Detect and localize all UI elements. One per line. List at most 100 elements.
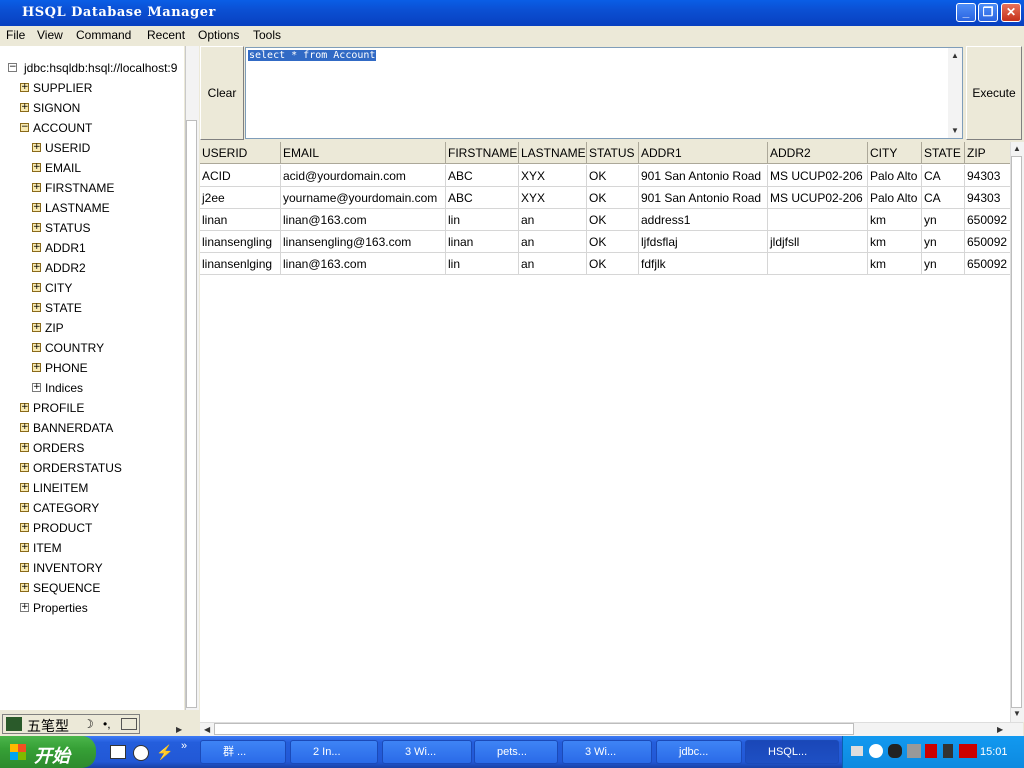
keyboard-icon[interactable] [6, 717, 22, 731]
expand-icon[interactable]: + [32, 163, 41, 172]
expand-icon[interactable]: + [20, 443, 29, 452]
table-cell[interactable]: 901 San Antonio Road [639, 165, 768, 187]
task-button-active[interactable]: HSQL... [745, 740, 839, 764]
query-scrollbar[interactable]: ▲ ▼ [948, 48, 962, 138]
traffic-light-icon[interactable] [943, 744, 953, 758]
table-cell[interactable]: OK [587, 253, 639, 275]
table-cell[interactable]: address1 [639, 209, 768, 231]
table-cell[interactable]: 94303 [965, 187, 1010, 209]
table-cell[interactable]: ABC [446, 187, 519, 209]
back-arrow-icon[interactable] [869, 744, 883, 758]
column-header-email[interactable]: EMAIL [281, 142, 446, 164]
soft-keyboard-icon[interactable] [121, 718, 137, 730]
table-cell[interactable]: km [868, 253, 922, 275]
table-cell[interactable]: yourname@yourdomain.com [281, 187, 446, 209]
table-cell[interactable]: j2ee [200, 187, 281, 209]
scroll-right-icon[interactable]: ▶ [997, 725, 1003, 734]
expand-icon[interactable]: + [32, 143, 41, 152]
table-cell[interactable]: km [868, 231, 922, 253]
sql-query-input[interactable]: select * from Account ▲ ▼ [245, 47, 963, 139]
table-cell[interactable]: yn [922, 253, 965, 275]
table-cell[interactable]: lin [446, 253, 519, 275]
table-cell[interactable]: an [519, 231, 587, 253]
table-cell[interactable]: yn [922, 209, 965, 231]
table-cell[interactable]: CA [922, 187, 965, 209]
ati-icon[interactable] [959, 744, 977, 758]
table-cell[interactable]: ABC [446, 165, 519, 187]
table-cell[interactable]: km [868, 209, 922, 231]
database-tree[interactable]: − jdbc:hsqldb:hsql://localhost:9 + SUPPLI… [0, 46, 184, 710]
table-cell[interactable]: XYX [519, 187, 587, 209]
quick-launch-icon[interactable]: ⚡ [156, 744, 173, 761]
table-cell[interactable] [768, 253, 868, 275]
scroll-up-icon[interactable]: ▲ [1013, 144, 1021, 153]
expand-icon[interactable]: + [32, 223, 41, 232]
tree-scroll-thumb[interactable] [186, 120, 197, 708]
expand-icon[interactable]: + [32, 183, 41, 192]
table-cell[interactable]: OK [587, 187, 639, 209]
table-cell[interactable] [768, 209, 868, 231]
expand-icon[interactable]: + [20, 83, 29, 92]
table-cell[interactable]: linansenlging [200, 253, 281, 275]
clear-button[interactable]: Clear [200, 46, 244, 140]
table-cell[interactable]: linan@163.com [281, 209, 446, 231]
table-cell[interactable]: XYX [519, 165, 587, 187]
table-cell[interactable]: 650092 [965, 231, 1010, 253]
expand-icon[interactable]: + [32, 343, 41, 352]
table-cell[interactable]: ACID [200, 165, 281, 187]
expand-icon[interactable]: + [32, 243, 41, 252]
table-cell[interactable]: linansengling@163.com [281, 231, 446, 253]
minimize-button[interactable]: _ [956, 3, 976, 22]
table-cell[interactable]: lin [446, 209, 519, 231]
table-cell[interactable]: CA [922, 165, 965, 187]
column-header-addr2[interactable]: ADDR2 [768, 142, 868, 164]
expand-icon[interactable]: + [32, 303, 41, 312]
table-cell[interactable]: acid@yourdomain.com [281, 165, 446, 187]
table-cell[interactable]: 94303 [965, 165, 1010, 187]
expand-icon[interactable]: + [20, 563, 29, 572]
expand-icon[interactable]: + [32, 263, 41, 272]
scroll-down-icon[interactable]: ▼ [1013, 709, 1021, 718]
table-cell[interactable]: 650092 [965, 253, 1010, 275]
table-cell[interactable]: Palo Alto [868, 165, 922, 187]
task-button[interactable]: pets... [474, 740, 558, 764]
keyboard-tray-icon[interactable] [851, 746, 863, 756]
table-cell[interactable]: 650092 [965, 209, 1010, 231]
ime-mode-label[interactable]: 五笔型 [27, 716, 69, 736]
menu-recent[interactable]: Recent [147, 28, 185, 42]
expand-icon[interactable]: + [20, 583, 29, 592]
table-cell[interactable]: ljfdsflaj [639, 231, 768, 253]
table-cell[interactable]: linan@163.com [281, 253, 446, 275]
results-horizontal-thumb[interactable] [214, 723, 854, 735]
expand-icon[interactable]: + [20, 463, 29, 472]
scroll-down-icon[interactable]: ▼ [951, 126, 959, 135]
table-cell[interactable]: linan [200, 209, 281, 231]
scroll-right-icon[interactable]: ▶ [176, 725, 182, 734]
task-button[interactable]: 群 ... [200, 740, 286, 764]
expand-icon[interactable]: + [20, 523, 29, 532]
expand-icon[interactable]: + [20, 403, 29, 412]
expand-icon[interactable]: + [20, 103, 29, 112]
column-header-status[interactable]: STATUS [587, 142, 639, 164]
more-icon[interactable]: » [181, 740, 187, 752]
table-cell[interactable]: MS UCUP02-206 [768, 187, 868, 209]
network-icon[interactable] [907, 744, 921, 758]
column-header-userid[interactable]: USERID [200, 142, 281, 164]
expand-icon[interactable]: + [32, 383, 41, 392]
table-cell[interactable]: OK [587, 209, 639, 231]
table-cell[interactable]: yn [922, 231, 965, 253]
punctuation-icon[interactable]: •, [103, 717, 111, 731]
table-cell[interactable]: an [519, 209, 587, 231]
menu-options[interactable]: Options [198, 28, 239, 42]
collapse-icon[interactable]: − [8, 63, 17, 72]
scroll-left-icon[interactable]: ◀ [204, 725, 210, 734]
table-cell[interactable]: 901 San Antonio Road [639, 187, 768, 209]
column-header-firstname[interactable]: FIRSTNAME [446, 142, 519, 164]
expand-icon[interactable]: + [20, 503, 29, 512]
results-vertical-thumb[interactable] [1011, 156, 1022, 708]
table-cell[interactable]: linansengling [200, 231, 281, 253]
table-cell[interactable]: jldjfsll [768, 231, 868, 253]
task-button[interactable]: jdbc... [656, 740, 742, 764]
column-header-zip[interactable]: ZIP [965, 142, 1010, 164]
column-header-city[interactable]: CITY [868, 142, 922, 164]
